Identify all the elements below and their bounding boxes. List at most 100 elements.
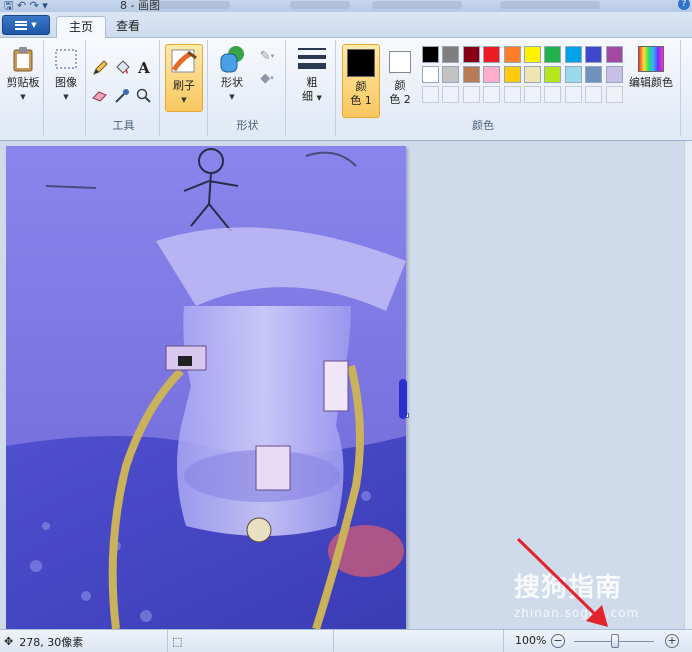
palette-swatch-empty[interactable] (442, 86, 460, 103)
palette-swatch[interactable] (483, 66, 501, 83)
shapes-group-label: 形状 (236, 119, 259, 132)
palette-swatch-empty[interactable] (422, 86, 439, 103)
palette-swatch[interactable] (442, 46, 460, 63)
color1-button[interactable]: 颜 色 1 (342, 44, 380, 118)
file-menu-button[interactable]: ▼ (2, 15, 50, 35)
palette-swatch-empty[interactable] (564, 86, 582, 103)
chevron-down-icon: ▼ (181, 96, 187, 104)
palette-swatch[interactable] (564, 46, 582, 63)
fill-shape-icon[interactable]: ◆ ▾ (254, 68, 280, 88)
edit-colors-button[interactable]: 编辑颜色 (628, 44, 674, 90)
palette-swatch-empty[interactable] (483, 86, 501, 103)
color2-swatch (385, 47, 415, 77)
image-canvas[interactable] (6, 146, 406, 629)
zoom-level: 100% (515, 634, 547, 647)
clipboard-icon (8, 44, 38, 74)
palette-swatch-empty[interactable] (462, 86, 480, 103)
clipboard-button[interactable]: 剪贴板 ▼ (5, 44, 41, 104)
palette-swatch[interactable] (462, 46, 480, 63)
palette-swatch[interactable] (462, 66, 480, 83)
brush-icon (169, 47, 199, 77)
palette-swatch[interactable] (483, 46, 501, 63)
palette-swatch-empty[interactable] (524, 86, 541, 103)
palette-swatch[interactable] (503, 46, 521, 63)
shapes-label: 形状 (221, 76, 243, 89)
palette-swatch[interactable] (544, 66, 562, 83)
workspace: 搜狗指南 zhinan.sogou.com (0, 141, 692, 629)
palette-swatch[interactable] (442, 66, 460, 83)
image-group: 图像 ▼ (46, 40, 86, 136)
palette-swatch[interactable] (605, 46, 623, 63)
palette-swatch[interactable] (422, 66, 439, 83)
palette-swatch-empty[interactable] (605, 86, 623, 103)
palette-swatch[interactable] (422, 46, 439, 63)
palette-swatch[interactable] (585, 66, 603, 83)
vertical-scrollbar[interactable] (684, 141, 692, 629)
palette-swatch[interactable] (564, 66, 582, 83)
color2-value (389, 51, 411, 73)
color2-label-line1: 颜 (394, 79, 406, 92)
chevron-down-icon: ▼ (63, 93, 69, 101)
eraser-icon[interactable] (90, 86, 110, 106)
chevron-down-icon: ▼ (20, 93, 26, 101)
ribbon-tabs: ▼ 主页 查看 (0, 12, 692, 39)
brushes-group: 刷子 ▼ (162, 40, 208, 136)
tab-home[interactable]: 主页 (56, 16, 107, 39)
size-label-line2: 细 (302, 90, 314, 103)
text-icon[interactable]: A (134, 58, 154, 78)
zoom-slider-thumb[interactable] (611, 634, 619, 648)
quick-access-toolbar[interactable]: 🖫 ↶ ↷ ▾ (4, 0, 48, 12)
tools-group-label: 工具 (112, 119, 135, 132)
palette-swatch[interactable] (544, 46, 562, 63)
title-blur (290, 1, 350, 9)
clipboard-label: 剪贴板 (6, 76, 40, 89)
chevron-down-icon: ▼ (229, 93, 235, 101)
palette-swatch[interactable] (503, 66, 521, 83)
annotation-arrow (516, 537, 608, 627)
palette-swatch[interactable] (524, 46, 541, 63)
color1-label-line1: 颜 (355, 80, 367, 93)
brushes-label: 刷子 (173, 79, 195, 92)
photo-illustration (6, 146, 406, 629)
image-label: 图像 (55, 76, 77, 89)
title-bar: 🖫 ↶ ↷ ▾ 8 - 画图 ? (0, 0, 692, 12)
zoom-out-button[interactable]: − (551, 634, 565, 648)
palette-swatch[interactable] (585, 46, 603, 63)
move-cursor-icon: ✥ (4, 635, 14, 648)
palette-swatch-empty[interactable] (544, 86, 562, 103)
chevron-down-icon: ▼ (316, 94, 322, 102)
cursor-position: 278, 30像素 (19, 635, 84, 649)
selection-size-cell: ⬚ (168, 630, 334, 652)
color2-button[interactable]: 颜 色 2 (382, 44, 418, 107)
shapes-group: 形状 ▼ ✎ ▾ ◆ ▾ 形状 (210, 40, 286, 136)
palette-swatch[interactable] (605, 66, 623, 83)
help-icon[interactable]: ? (678, 0, 690, 10)
tab-view[interactable]: 查看 (104, 16, 152, 39)
tools-group: A 工具 (88, 40, 160, 136)
canvas-edge-object (399, 379, 407, 419)
size-label-line1: 粗 (306, 76, 318, 89)
divider (680, 40, 681, 136)
chevron-down-icon: ▼ (31, 21, 37, 29)
title-blur (150, 1, 230, 9)
palette-swatch-empty[interactable] (585, 86, 603, 103)
cursor-position-cell: ✥ 278, 30像素 (0, 630, 168, 652)
fill-icon[interactable] (112, 58, 132, 78)
palette-swatch-empty[interactable] (503, 86, 521, 103)
magnifier-icon[interactable] (134, 86, 154, 106)
clipboard-group: 剪贴板 ▼ (2, 40, 44, 136)
color2-label-line2: 色 2 (389, 93, 411, 106)
zoom-in-button[interactable]: + (665, 634, 679, 648)
ribbon: 剪贴板 ▼ 图像 ▼ A 工具 刷子 ▼ 形状 ▼ ✎ ▾ ◆ ▾ 形状 粗 细… (0, 38, 692, 141)
shapes-button[interactable]: 形状 ▼ (214, 44, 250, 104)
pencil-icon[interactable] (90, 58, 110, 78)
line-width-icon (297, 44, 327, 74)
outline-icon[interactable]: ✎ ▾ (254, 46, 280, 66)
image-button[interactable]: 图像 ▼ (48, 44, 84, 104)
image-size-cell (334, 630, 504, 652)
brushes-button[interactable]: 刷子 ▼ (165, 44, 203, 112)
palette-swatch[interactable] (524, 66, 541, 83)
color1-swatch (346, 48, 376, 78)
color-picker-icon[interactable] (112, 86, 132, 106)
size-button[interactable]: 粗 细 ▼ (294, 44, 330, 105)
